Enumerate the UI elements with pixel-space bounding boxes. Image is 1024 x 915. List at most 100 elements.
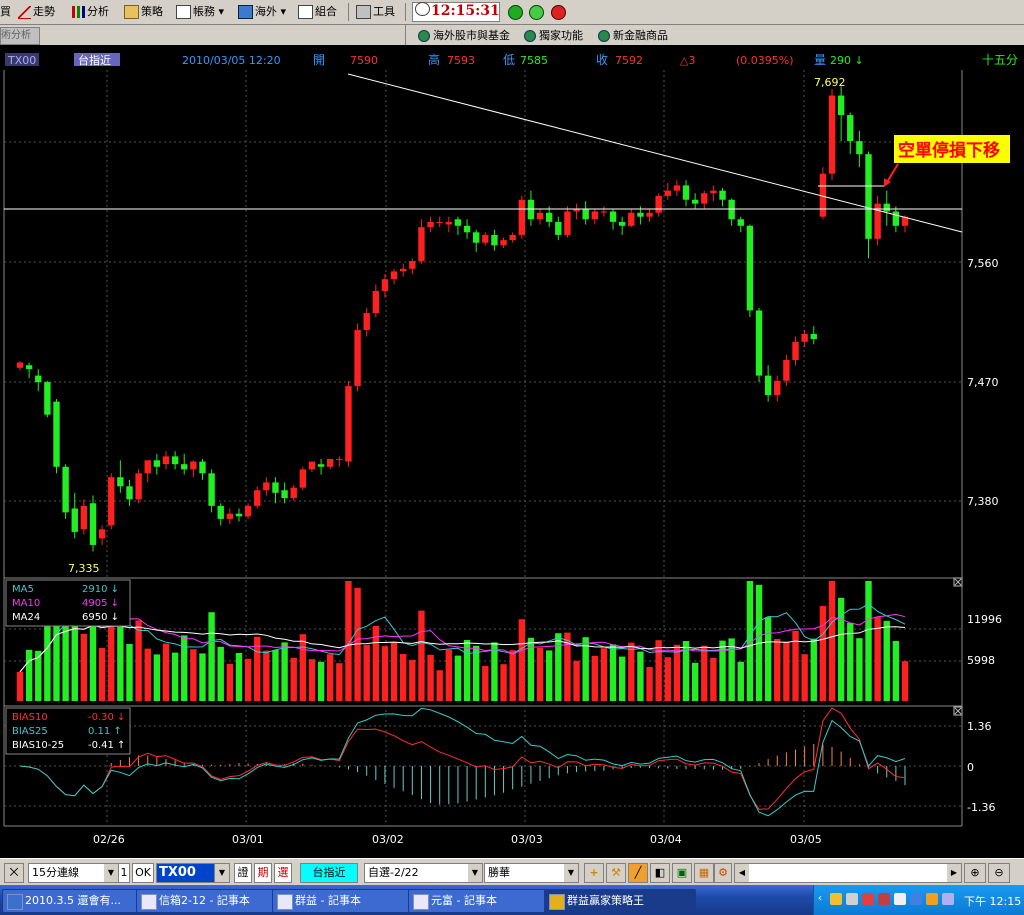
grid-icon[interactable]: ▦ xyxy=(694,863,714,883)
candle-body xyxy=(618,221,626,226)
link-exclusive[interactable]: 獨家功能 xyxy=(524,28,583,44)
period-select[interactable]: 15分連線 ▼ xyxy=(28,863,119,883)
candle-body xyxy=(108,477,115,526)
draw-line-icon[interactable]: ╱ xyxy=(628,863,648,883)
annotation-text: 空單停損下移 xyxy=(898,140,1000,161)
volume-bar xyxy=(418,610,425,701)
tray-expand-icon[interactable]: ‹ xyxy=(818,893,822,904)
tray-icon-1[interactable] xyxy=(830,893,842,905)
taskbar-item-5[interactable]: 群益贏家策略王 xyxy=(544,889,696,913)
taskbar-item-2[interactable]: 信箱2-12 - 記事本 xyxy=(136,889,286,913)
header-low: 7585 xyxy=(520,54,548,67)
candle-body xyxy=(162,456,170,465)
menu-tools[interactable]: 工具 xyxy=(356,3,395,20)
tray-icon-5[interactable] xyxy=(894,893,906,905)
tray-icon-7[interactable] xyxy=(926,893,938,905)
volume-bar xyxy=(463,640,471,701)
refresh-green-icon[interactable] xyxy=(529,5,544,20)
taskbar-clock[interactable]: 下午 12:15 xyxy=(964,893,1021,909)
menu-trade[interactable]: 買 xyxy=(0,3,11,20)
volume-bar xyxy=(618,656,626,701)
taskbar-item-4[interactable]: 元富 - 記事本 xyxy=(408,889,558,913)
volume-bar xyxy=(235,653,243,701)
candle-body xyxy=(354,330,361,387)
candle-body xyxy=(847,115,854,142)
volume-bar xyxy=(153,654,161,701)
volume-bar xyxy=(144,648,151,701)
candle-body xyxy=(892,211,900,226)
x-tick-label: 03/02 xyxy=(372,833,404,846)
watchlist-select[interactable]: 自選-2/22 ▼ xyxy=(364,863,483,883)
candle-body xyxy=(363,313,370,331)
stop-red-icon[interactable] xyxy=(551,5,566,20)
volume-bar xyxy=(427,654,434,701)
volume-bar xyxy=(308,659,316,701)
tray-icon-8[interactable] xyxy=(942,893,954,905)
stock-button[interactable]: 證 xyxy=(234,863,252,883)
candle-body xyxy=(755,310,763,376)
volume-bar xyxy=(363,644,370,701)
candle-body xyxy=(837,95,845,116)
candle-body xyxy=(865,154,872,239)
volume-bar xyxy=(16,671,24,701)
candle-body xyxy=(327,458,334,467)
menu-analysis[interactable]: 分析 xyxy=(72,3,109,20)
crown-icon xyxy=(549,894,565,910)
export-icon[interactable]: ▣ xyxy=(672,863,692,883)
volume-bar xyxy=(317,661,325,701)
volume-bar xyxy=(865,581,872,701)
menu-trend[interactable]: 走勢 xyxy=(18,3,55,20)
scroll-right-icon[interactable]: ▶ xyxy=(947,864,961,882)
tray-icon-3[interactable] xyxy=(862,893,874,905)
scroll-left-icon[interactable]: ◀ xyxy=(735,864,749,882)
crosshair-icon[interactable]: + xyxy=(584,863,604,883)
chart-area[interactable]: TX00 台指近 2010/03/05 12:20 開 7590 高 7593 … xyxy=(0,46,1024,858)
eraser-icon[interactable]: ◧ xyxy=(650,863,670,883)
futures-button[interactable]: 期 xyxy=(254,863,272,883)
zoom-in-icon[interactable]: ⊕ xyxy=(964,863,986,883)
volume-bar xyxy=(80,633,88,701)
tab-technical-analysis[interactable]: 術分析 xyxy=(0,27,40,45)
tray-icon-2[interactable] xyxy=(846,893,858,905)
volume-bar xyxy=(436,670,443,701)
settings-icon[interactable]: ⚙ xyxy=(714,863,732,883)
tray-icon-4[interactable] xyxy=(878,893,890,905)
indicator-select[interactable]: 勝華 ▼ xyxy=(484,863,579,883)
symbol-dropdown-button[interactable]: ▼ xyxy=(214,863,230,883)
collapse-button[interactable]: ⨉ xyxy=(4,863,24,883)
volume-ma-line xyxy=(19,624,906,673)
candle-body xyxy=(390,271,398,280)
menu-strategy[interactable]: 策略 xyxy=(124,3,163,20)
symbol-input[interactable]: TX00 xyxy=(156,863,216,883)
link-overseas-market[interactable]: 海外股市與基金 xyxy=(418,28,510,44)
count-input[interactable]: 1 xyxy=(118,863,130,883)
link-new-products[interactable]: 新金融商品 xyxy=(598,28,668,44)
taskbar-item-1[interactable]: 2010.3.5 還會有... xyxy=(2,889,150,913)
chart-svg[interactable]: TX00 台指近 2010/03/05 12:20 開 7590 高 7593 … xyxy=(0,46,1024,858)
wrench-icon[interactable]: ⚒ xyxy=(606,863,626,883)
zoom-out-icon[interactable]: ⊖ xyxy=(988,863,1010,883)
x-tick-label: 03/04 xyxy=(650,833,682,846)
menu-combo[interactable]: 組合 xyxy=(298,3,337,20)
candle-body xyxy=(591,211,598,220)
options-button[interactable]: 選 xyxy=(274,863,292,883)
tray-icon-6[interactable] xyxy=(910,893,922,905)
play-green-icon[interactable] xyxy=(508,5,523,20)
volume-bar xyxy=(655,640,662,701)
header-symbol[interactable]: TX00 xyxy=(7,54,36,67)
menu-account[interactable]: 帳務 ▾ xyxy=(176,3,224,20)
header-high: 7593 xyxy=(447,54,475,67)
candle-body xyxy=(582,208,589,220)
chart-scrollbar[interactable]: ◀ ▶ xyxy=(734,863,962,883)
menu-overseas[interactable]: 海外 ▾ xyxy=(238,3,286,20)
volume-bar xyxy=(491,642,498,701)
bias-tick-1: 1.36 xyxy=(967,720,992,733)
ok-button[interactable]: OK xyxy=(132,863,154,883)
taskbar-item-3[interactable]: 群益 - 記事本 xyxy=(272,889,422,913)
candle-body xyxy=(217,505,224,519)
tools-icon xyxy=(356,5,371,19)
candle-body xyxy=(536,212,544,220)
candle-body xyxy=(308,461,316,470)
candle-body xyxy=(491,234,498,246)
volume-bar xyxy=(819,606,827,701)
